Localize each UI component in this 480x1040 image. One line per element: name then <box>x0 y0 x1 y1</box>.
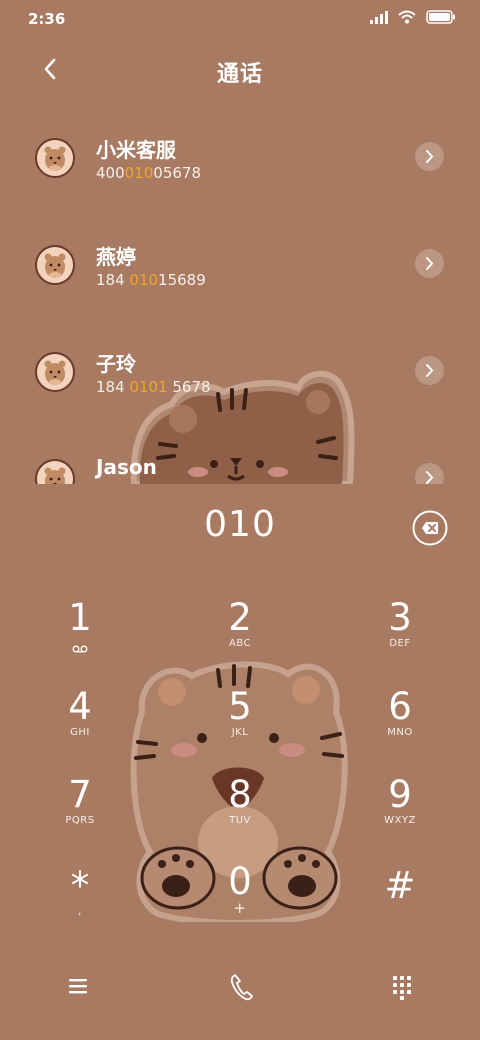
key-7[interactable]: 7 PQRS <box>20 775 140 853</box>
voicemail-icon <box>72 645 88 653</box>
contact-row[interactable]: 子玲 184 0101 5678 <box>0 322 480 429</box>
contact-row[interactable]: 小米客服 40001005678 <box>0 108 480 215</box>
contact-name: Jason <box>96 455 157 479</box>
tiger-avatar-icon <box>44 467 66 484</box>
key-letters: DEF <box>389 638 411 649</box>
menu-icon <box>69 979 87 994</box>
key-digit: 4 <box>68 685 92 728</box>
tiger-avatar-icon <box>44 253 66 278</box>
key-digit: 5 <box>228 685 252 728</box>
dialed-number-display: 010 <box>204 504 276 545</box>
dialpad-toggle-button[interactable] <box>390 974 414 1000</box>
dialpad-icon <box>393 976 411 1000</box>
key-digit: 8 <box>228 773 252 816</box>
key-letters: WXYZ <box>384 815 416 826</box>
call-button[interactable] <box>228 972 254 1002</box>
contact-detail-button[interactable] <box>415 142 444 171</box>
key-8[interactable]: 8 TUV <box>180 775 300 853</box>
key-digit: * <box>70 864 90 907</box>
chevron-right-icon <box>426 150 434 163</box>
key-digit: 9 <box>388 773 412 816</box>
status-icons <box>370 10 456 24</box>
key-6[interactable]: 6 MNO <box>340 687 460 765</box>
wifi-icon <box>398 10 416 24</box>
key-letters: GHI <box>70 727 90 738</box>
key-5[interactable]: 5 JKL <box>180 687 300 765</box>
contact-avatar <box>35 138 75 178</box>
backspace-icon <box>412 510 448 546</box>
chevron-right-icon <box>426 257 434 270</box>
status-time: 2:36 <box>28 10 66 28</box>
key-digit: # <box>384 864 416 907</box>
contact-row[interactable]: Jason <box>0 429 480 484</box>
contact-name: 燕婷 <box>96 245 136 269</box>
contact-row[interactable]: 燕婷 184 01015689 <box>0 215 480 322</box>
contact-detail-button[interactable] <box>415 249 444 278</box>
key-4[interactable]: 4 GHI <box>20 687 140 765</box>
key-letters: TUV <box>229 815 251 826</box>
battery-icon <box>426 10 455 24</box>
key-3[interactable]: 3 DEF <box>340 598 460 676</box>
key-letters: PQRS <box>65 815 95 826</box>
key-9[interactable]: 9 WXYZ <box>340 775 460 853</box>
menu-button[interactable] <box>66 974 90 998</box>
contact-number: 184 01015689 <box>96 271 206 289</box>
key-digit: 7 <box>68 773 92 816</box>
key-digit: 3 <box>388 596 412 639</box>
key-hash[interactable]: # <box>340 866 460 944</box>
chevron-right-icon <box>426 471 434 484</box>
key-digit: 6 <box>388 685 412 728</box>
key-digit: 1 <box>68 596 92 639</box>
contact-detail-button[interactable] <box>415 356 444 385</box>
contact-avatar <box>35 459 75 484</box>
contact-list: 小米客服 40001005678 燕婷 184 01015689 子玲 184 … <box>0 108 480 484</box>
key-2[interactable]: 2 ABC <box>180 598 300 676</box>
contact-detail-button[interactable] <box>415 463 444 484</box>
key-letters: MNO <box>387 727 413 738</box>
backspace-button[interactable] <box>412 510 448 546</box>
key-letters: ABC <box>228 638 251 649</box>
tiger-avatar-icon <box>44 360 66 385</box>
key-1[interactable]: 1 <box>20 598 140 676</box>
key-star[interactable]: * , <box>20 866 140 944</box>
key-letters: + <box>233 899 247 917</box>
page-title: 通话 <box>216 62 263 87</box>
signal-icon <box>370 10 388 24</box>
contact-avatar <box>35 245 75 285</box>
chevron-right-icon <box>426 364 434 377</box>
contact-avatar <box>35 352 75 392</box>
contact-name: 小米客服 <box>96 138 176 162</box>
contact-number: 40001005678 <box>96 164 201 182</box>
key-0[interactable]: 0 + <box>180 862 300 940</box>
key-letters: JKL <box>231 727 249 738</box>
phone-icon <box>230 974 253 1001</box>
key-digit: 2 <box>228 596 252 639</box>
key-letters: , <box>78 906 82 917</box>
contact-name: 子玲 <box>96 352 136 376</box>
contact-number: 184 0101 5678 <box>96 378 211 396</box>
tiger-avatar-icon <box>44 146 66 171</box>
key-digit: 0 <box>228 860 252 903</box>
